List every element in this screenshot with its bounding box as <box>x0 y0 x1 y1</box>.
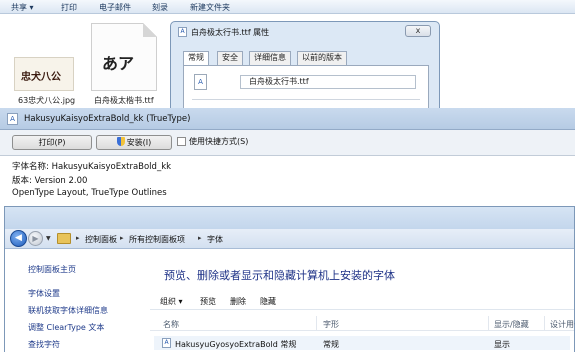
font-file-icon: A <box>194 74 207 90</box>
version-info: 版本: Version 2.00 <box>12 176 88 186</box>
page-fold <box>143 23 157 37</box>
forward-arrow-icon[interactable]: ▶ <box>28 231 43 246</box>
title-bar: A HakusyuKaisyoExtraBold_kk (TrueType) <box>0 108 575 130</box>
page-title: 预览、删除或者显示和隐藏计算机上安装的字体 <box>164 269 395 282</box>
chevron-right-icon[interactable]: ▸ <box>198 234 202 242</box>
chevron-right-icon[interactable]: ▸ <box>76 234 80 242</box>
font-file-icon: A <box>7 113 18 125</box>
fonts-content: 预览、删除或者显示和隐藏计算机上安装的字体 组织 ▾ 预览 删除 隐藏 名称 字… <box>150 250 575 352</box>
font-file-icon: A <box>162 338 171 348</box>
font-style-cell: 常规 <box>323 340 339 349</box>
breadcrumb-control-panel[interactable]: 控制面板 <box>85 234 117 245</box>
font-settings-link[interactable]: 字体设置 <box>28 288 60 299</box>
preview-command[interactable]: 预览 <box>200 296 216 307</box>
font-file-icon: A <box>178 27 187 37</box>
email-command[interactable]: 电子邮件 <box>99 2 131 13</box>
command-bar: 组织 ▾ 预览 删除 隐藏 <box>150 294 574 310</box>
properties-dialog: A 白舟极太行书.ttf 属性 x 常规 安全 详细信息 以前的版本 A 白舟极… <box>170 21 440 122</box>
visibility-cell: 显示 <box>494 340 510 349</box>
file-label[interactable]: 63忠犬八公.jpg <box>18 95 75 106</box>
delete-command[interactable]: 删除 <box>230 296 246 307</box>
window-title: HakusyuKaisyoExtraBold_kk (TrueType) <box>24 114 191 124</box>
organize-menu[interactable]: 组织 ▾ <box>160 296 183 307</box>
column-divider[interactable] <box>544 316 545 330</box>
print-button[interactable]: 打印(P) <box>12 135 92 150</box>
font-name-cell: HakusyuGyosyoExtraBold 常规 <box>175 340 297 349</box>
cleartype-link[interactable]: 调整 ClearType 文本 <box>28 322 104 333</box>
image-file-thumbnail[interactable]: 忠犬八公 <box>14 57 74 91</box>
breadcrumb-fonts[interactable]: 字体 <box>207 234 223 245</box>
control-panel-icon <box>57 233 71 244</box>
back-arrow-icon[interactable]: ◀ <box>10 230 27 247</box>
hide-command[interactable]: 隐藏 <box>260 296 276 307</box>
find-character-link[interactable]: 查找字符 <box>28 339 60 350</box>
table-row[interactable]: A HakusyuGyosyoExtraBold 常规 常规 显示 <box>154 336 570 350</box>
breadcrumb-all-items[interactable]: 所有控制面板项 <box>129 234 185 245</box>
install-button[interactable]: 安装(I) <box>96 135 172 150</box>
dialog-title: 白舟极太行书.ttf 属性 <box>191 28 270 37</box>
address-bar: ◀ ▶ ▼ ▸ 控制面板 ▸ 所有控制面板项 ▸ 字体 <box>5 229 574 249</box>
print-command[interactable]: 打印 <box>61 2 77 13</box>
file-name-field[interactable]: 白舟极太行书.ttf <box>240 75 416 89</box>
title-bar <box>5 207 574 229</box>
share-menu[interactable]: 共享 ▾ <box>11 2 34 13</box>
close-button[interactable]: x <box>405 25 431 37</box>
column-divider[interactable] <box>488 316 489 330</box>
thumbnail-text: あア <box>102 54 135 73</box>
tab-security[interactable]: 安全 <box>217 51 243 65</box>
new-folder-command[interactable]: 新建文件夹 <box>190 2 230 13</box>
font-viewer-window: A HakusyuKaisyoExtraBold_kk (TrueType) 打… <box>0 108 575 209</box>
tab-general[interactable]: 常规 <box>183 51 209 66</box>
font-type-info: OpenType Layout, TrueType Outlines <box>12 188 167 198</box>
column-style[interactable]: 字形 <box>323 319 339 330</box>
burn-command[interactable]: 刻录 <box>152 2 168 13</box>
chevron-right-icon[interactable]: ▸ <box>120 234 124 242</box>
column-divider[interactable] <box>316 316 317 330</box>
column-visibility[interactable]: 显示/隐藏 <box>494 319 529 330</box>
column-headers: 名称 字形 显示/隐藏 设计用于 <box>150 315 575 331</box>
online-font-info-link[interactable]: 联机获取字体详细信息 <box>28 305 108 316</box>
tab-previous-versions[interactable]: 以前的版本 <box>297 51 347 65</box>
column-name[interactable]: 名称 <box>163 319 179 330</box>
control-panel-home-link[interactable]: 控制面板主页 <box>28 264 76 275</box>
install-button-label: 安装(I) <box>126 138 152 147</box>
uac-shield-icon <box>116 137 125 146</box>
shortcut-checkbox-label[interactable]: 使用快捷方式(S) <box>189 136 248 147</box>
file-label[interactable]: 白舟极太楷书.ttf <box>94 95 154 106</box>
column-designed-for[interactable]: 设计用于 <box>550 319 575 330</box>
font-name-info: 字体名称: HakusyuKaisyoExtraBold_kk <box>12 162 172 172</box>
explorer-toolbar: 共享 ▾ 打印 电子邮件 刻录 新建文件夹 <box>0 0 575 14</box>
shortcut-checkbox[interactable] <box>177 137 186 146</box>
divider <box>192 99 420 100</box>
viewer-toolbar: 打印(P) 安装(I) 使用快捷方式(S) <box>0 130 575 156</box>
tab-details[interactable]: 详细信息 <box>249 51 291 65</box>
task-pane: 控制面板主页 字体设置 联机获取字体详细信息 调整 ClearType 文本 查… <box>5 250 150 352</box>
thumbnail-text: 忠犬八公 <box>21 72 61 83</box>
control-panel-window: ◀ ▶ ▼ ▸ 控制面板 ▸ 所有控制面板项 ▸ 字体 控制面板主页 字体设置 … <box>4 206 575 352</box>
recent-pages-dropdown-icon[interactable]: ▼ <box>46 235 51 242</box>
font-file-thumbnail[interactable]: あア <box>91 23 157 91</box>
